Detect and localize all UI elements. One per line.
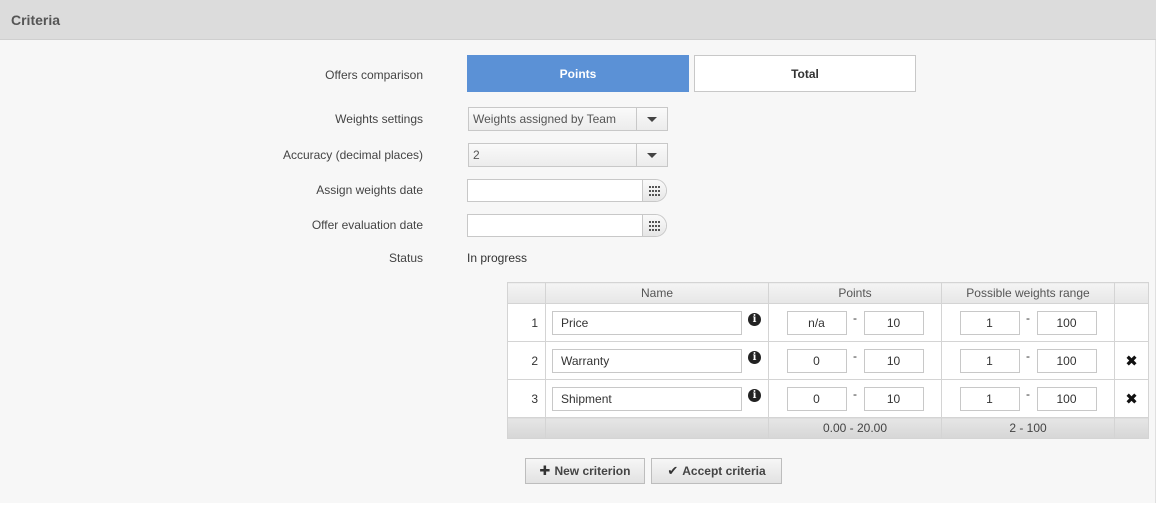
points-toggle-button[interactable]: Points xyxy=(467,55,689,92)
status-label: Status xyxy=(388,251,423,265)
footer-range-total: 2 - 100 xyxy=(941,417,1115,439)
table-header-row: Name Points Possible weights range xyxy=(507,282,1149,304)
range-dash: - xyxy=(853,348,857,363)
accuracy-select[interactable]: 2 xyxy=(468,143,668,167)
footer-name xyxy=(545,417,769,439)
info-icon[interactable]: i xyxy=(748,351,761,364)
info-icon[interactable]: i xyxy=(748,389,761,402)
accuracy-value: 2 xyxy=(473,148,480,162)
range-dash: - xyxy=(1026,310,1030,325)
weights-range-cell: 1 - 100 xyxy=(941,379,1115,418)
header-actions xyxy=(1114,282,1149,304)
range-dash: - xyxy=(1026,348,1030,363)
criterion-name-input[interactable]: Price xyxy=(552,310,742,335)
points-cell: 0 - 10 xyxy=(768,379,942,418)
offer-evaluation-date-label: Offer evaluation date xyxy=(311,218,423,232)
footer-num xyxy=(507,417,546,439)
calendar-icon[interactable] xyxy=(642,180,666,201)
table-row: 2 Warranty i 0 - 10 1 - 100 ✖ xyxy=(507,341,1149,380)
name-cell: Price i xyxy=(545,303,769,342)
weight-min-input[interactable]: 1 xyxy=(959,310,1020,335)
actions-cell: ✖ xyxy=(1114,379,1149,418)
weight-max-input[interactable]: 100 xyxy=(1036,386,1097,411)
weights-settings-value: Weights assigned by Team xyxy=(473,112,616,126)
weights-range-cell: 1 - 100 xyxy=(941,341,1115,380)
range-dash: - xyxy=(853,386,857,401)
row-number: 2 xyxy=(507,341,546,380)
range-dash: - xyxy=(853,310,857,325)
header-weights-range: Possible weights range xyxy=(941,282,1115,304)
name-cell: Shipment i xyxy=(545,379,769,418)
weight-min-input[interactable]: 1 xyxy=(959,386,1020,411)
range-dash: - xyxy=(1026,386,1030,401)
footer-actions xyxy=(1114,417,1149,439)
new-criterion-button[interactable]: ✚ New criterion xyxy=(525,458,645,484)
table-row: 3 Shipment i 0 - 10 1 - 100 ✖ xyxy=(507,379,1149,418)
points-max-input[interactable]: 10 xyxy=(863,348,924,373)
actions-cell xyxy=(1114,303,1149,342)
row-number: 1 xyxy=(507,303,546,342)
weights-settings-select[interactable]: Weights assigned by Team xyxy=(468,107,668,131)
row-number: 3 xyxy=(507,379,546,418)
new-criterion-label: New criterion xyxy=(554,464,631,478)
criterion-name-input[interactable]: Warranty xyxy=(552,348,742,373)
points-min-input[interactable]: n/a xyxy=(786,310,847,335)
offer-evaluation-date-input[interactable] xyxy=(467,214,667,237)
table-row: 1 Price i n/a - 10 1 - 100 xyxy=(507,303,1149,342)
points-min-input[interactable]: 0 xyxy=(786,386,847,411)
calendar-icon[interactable] xyxy=(642,215,666,236)
actions-cell: ✖ xyxy=(1114,341,1149,380)
criteria-table: Name Points Possible weights range 1 Pri… xyxy=(507,282,1149,439)
check-icon: ✔ xyxy=(667,463,679,478)
offers-comparison-label: Offers comparison xyxy=(325,68,423,82)
footer-points-total: 0.00 - 20.00 xyxy=(768,417,942,439)
assign-weights-date-label: Assign weights date xyxy=(316,183,423,197)
header-num xyxy=(507,282,546,304)
close-x-icon[interactable]: ✖ xyxy=(1125,353,1138,370)
weight-min-input[interactable]: 1 xyxy=(959,348,1020,373)
points-cell: 0 - 10 xyxy=(768,341,942,380)
panel-header: Criteria xyxy=(0,0,1156,40)
weight-max-input[interactable]: 100 xyxy=(1036,310,1097,335)
accuracy-label: Accuracy (decimal places) xyxy=(282,148,423,162)
close-x-icon[interactable]: ✖ xyxy=(1125,391,1138,408)
table-footer-row: 0.00 - 20.00 2 - 100 xyxy=(507,417,1149,439)
weight-max-input[interactable]: 100 xyxy=(1036,348,1097,373)
points-min-input[interactable]: 0 xyxy=(786,348,847,373)
accept-criteria-button[interactable]: ✔ Accept criteria xyxy=(651,458,782,484)
name-cell: Warranty i xyxy=(545,341,769,380)
header-name: Name xyxy=(545,282,769,304)
total-toggle-button[interactable]: Total xyxy=(694,55,916,92)
weights-range-cell: 1 - 100 xyxy=(941,303,1115,342)
criterion-name-input[interactable]: Shipment xyxy=(552,386,742,411)
criteria-panel: Criteria Offers comparison Points Total … xyxy=(0,0,1156,503)
plus-icon: ✚ xyxy=(539,463,551,478)
chevron-down-icon[interactable] xyxy=(636,108,667,130)
points-cell: n/a - 10 xyxy=(768,303,942,342)
header-points: Points xyxy=(768,282,942,304)
panel-title: Criteria xyxy=(11,12,61,28)
weights-settings-label: Weights settings xyxy=(335,112,423,126)
chevron-down-icon[interactable] xyxy=(636,144,667,166)
status-value: In progress xyxy=(467,251,528,265)
points-max-input[interactable]: 10 xyxy=(863,386,924,411)
accept-criteria-label: Accept criteria xyxy=(682,464,766,478)
assign-weights-date-input[interactable] xyxy=(467,179,667,202)
points-max-input[interactable]: 10 xyxy=(863,310,924,335)
info-icon[interactable]: i xyxy=(748,313,761,326)
